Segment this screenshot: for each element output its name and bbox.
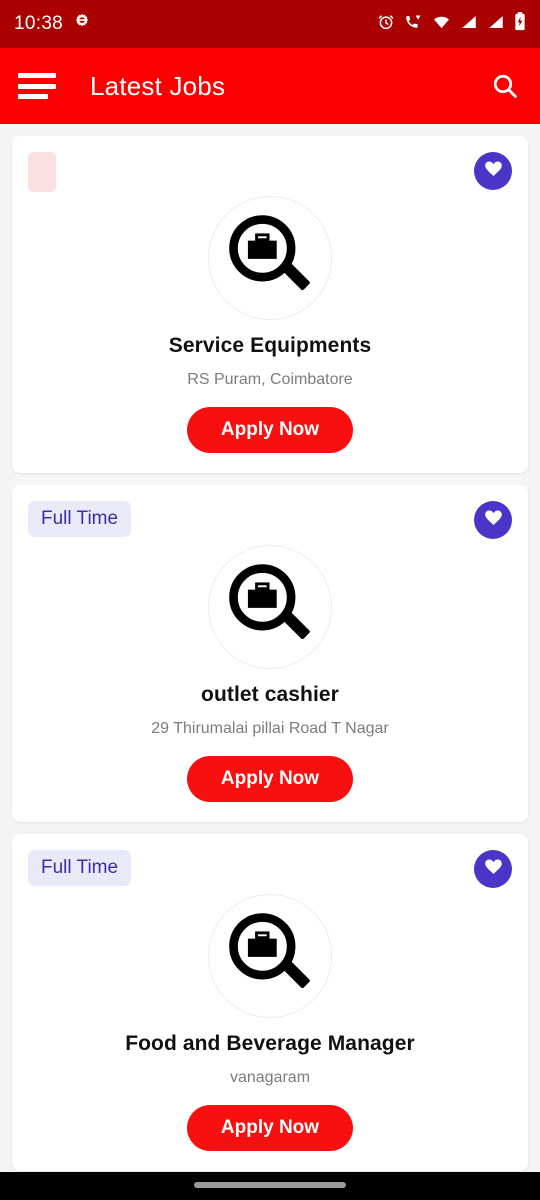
job-list[interactable]: Service Equipments RS Puram, Coimbatore … bbox=[0, 124, 540, 1172]
app-bar: Latest Jobs bbox=[0, 48, 540, 124]
hamburger-line bbox=[18, 83, 56, 89]
status-badge: Full Time bbox=[28, 501, 132, 537]
job-card-header: Full Time bbox=[28, 501, 512, 541]
job-card[interactable]: Full Time bbox=[12, 485, 528, 822]
job-card[interactable]: Full Time bbox=[12, 834, 528, 1171]
apply-now-button[interactable]: Apply Now bbox=[186, 1105, 354, 1151]
hamburger-line bbox=[18, 94, 48, 99]
job-search-briefcase-icon bbox=[222, 906, 318, 1007]
gear-icon bbox=[72, 12, 92, 37]
favorite-button[interactable] bbox=[474, 501, 512, 539]
job-thumbnail bbox=[208, 545, 332, 669]
job-location: 29 Thirumalai pillai Road T Nagar bbox=[151, 720, 389, 737]
home-gesture-pill[interactable] bbox=[194, 1182, 346, 1188]
job-search-briefcase-icon bbox=[222, 208, 318, 309]
job-search-briefcase-icon bbox=[222, 557, 318, 658]
signal-icon-2 bbox=[487, 13, 505, 36]
job-card-header bbox=[28, 152, 512, 192]
page-title: Latest Jobs bbox=[90, 70, 226, 101]
signal-icon bbox=[460, 13, 478, 36]
hamburger-line bbox=[18, 73, 56, 78]
heart-icon bbox=[483, 507, 504, 533]
status-badge: Full Time bbox=[28, 850, 132, 886]
favorite-button[interactable] bbox=[474, 152, 512, 190]
wifi-icon bbox=[432, 13, 451, 36]
system-navigation-bar bbox=[0, 1172, 540, 1200]
job-title: Service Equipments bbox=[168, 334, 372, 357]
status-bar-clock: 10:38 bbox=[14, 13, 64, 34]
hamburger-icon[interactable] bbox=[18, 73, 56, 99]
search-icon[interactable] bbox=[488, 69, 522, 103]
job-title: Food and Beverage Manager bbox=[125, 1032, 415, 1055]
job-card-header: Full Time bbox=[28, 850, 512, 890]
apply-now-button[interactable]: Apply Now bbox=[186, 407, 354, 453]
favorite-button[interactable] bbox=[474, 850, 512, 888]
job-title: outlet cashier bbox=[201, 683, 339, 706]
heart-icon bbox=[483, 856, 504, 882]
status-badge bbox=[28, 152, 56, 192]
status-bar-right bbox=[377, 12, 526, 36]
call-wifi-icon bbox=[404, 13, 423, 36]
heart-icon bbox=[483, 158, 504, 184]
job-location: RS Puram, Coimbatore bbox=[187, 371, 353, 388]
job-thumbnail bbox=[208, 196, 332, 320]
battery-icon bbox=[514, 12, 526, 36]
alarm-icon bbox=[377, 13, 395, 36]
job-thumbnail bbox=[208, 894, 332, 1018]
status-bar-left: 10:38 bbox=[14, 12, 92, 37]
phone-screen: 10:38 Latest Jobs Service Equipments RS … bbox=[0, 0, 540, 1200]
apply-now-button[interactable]: Apply Now bbox=[186, 756, 354, 802]
status-bar: 10:38 bbox=[0, 0, 540, 48]
job-card[interactable]: Service Equipments RS Puram, Coimbatore … bbox=[12, 136, 528, 473]
job-location: vanagaram bbox=[229, 1069, 311, 1086]
